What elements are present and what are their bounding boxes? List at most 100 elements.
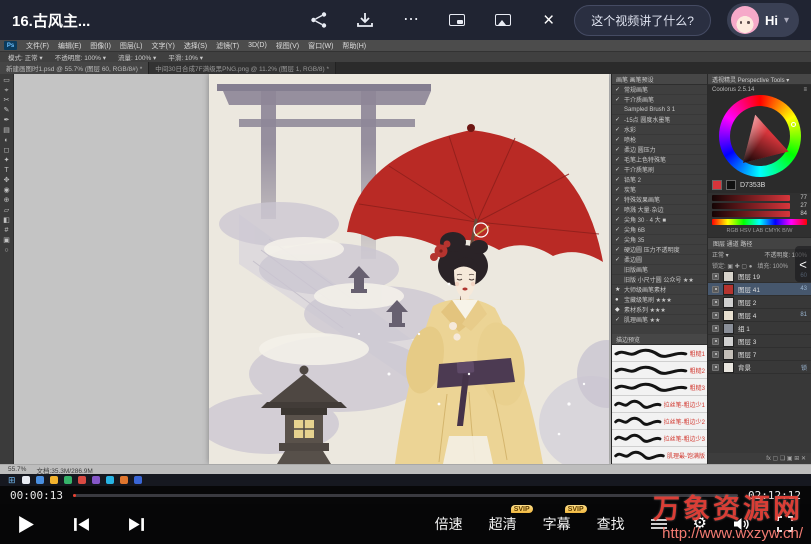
brush-preset-row[interactable]: ✓ 硬边圆 压力不透明度 [612,245,707,255]
ps-menu-item[interactable]: 滤镜(T) [216,41,239,51]
ps-option-item[interactable]: 流量: 100% ▾ [118,52,156,62]
brush-preset-row[interactable]: Sampled Brush 3 1 [612,105,707,115]
pip-icon[interactable] [447,10,467,30]
layer-row[interactable]: 图层 4 81 [708,309,811,322]
ps-menu-item[interactable]: 帮助(H) [342,41,366,51]
ps-menu-item[interactable]: 窗口(W) [308,41,333,51]
ps-tool-icon[interactable]: ◧ [3,217,10,224]
brush-stroke-row[interactable]: 拉丝笔-粗边少3 [612,430,707,447]
taskbar-app-icon[interactable] [22,476,30,484]
ps-option-item[interactable]: 平滑: 10% ▾ [168,52,203,62]
seek-bar[interactable] [73,494,738,497]
zoom-level[interactable]: 55.7% [8,466,26,473]
ps-document-tab[interactable]: 新建画图时1.psd @ 55.7% (图层 60, RGB/8#) * [0,62,149,74]
color-slider-bar[interactable] [712,211,790,217]
brush-preset-row[interactable]: ✓ 特殊效果画笔 [612,195,707,205]
ps-tool-icon[interactable]: ✦ [4,157,10,164]
brush-preset-row[interactable]: ✓ 干介质画笔 [612,95,707,105]
taskbar-app-icon[interactable] [78,476,86,484]
taskbar-app-icon[interactable] [92,476,100,484]
ps-tool-icon[interactable]: ✂ [4,97,10,104]
next-episode-button[interactable] [128,517,145,532]
brush-preset-row[interactable]: ★ 大师级画笔素材 [612,285,707,295]
ps-document-tab[interactable]: 中间30日合成7F满级黑PNG.png @ 11.2% (图层 1, RGB/8… [149,62,336,74]
stroke-panel-header[interactable]: 描边预览 [612,334,707,345]
cast-icon[interactable] [493,10,513,30]
download-icon[interactable] [355,10,375,30]
ps-menu-item[interactable]: 选择(S) [184,41,207,51]
brush-preset-row[interactable]: ✓ 常规画笔 [612,85,707,95]
brush-stroke-row[interactable]: 粗糙1 [612,345,707,362]
taskbar-app-icon[interactable] [64,476,72,484]
more-icon[interactable]: ⋯ [401,10,421,30]
brush-preset-row[interactable]: ✓ 柔边圆 [612,255,707,265]
layer-row[interactable]: 图层 41 43 [708,283,811,296]
episode-drawer-toggle[interactable]: < [795,246,811,282]
layer-visibility-icon[interactable] [712,325,719,332]
ps-tool-icon[interactable]: ▣ [3,237,10,244]
taskbar-app-icon[interactable] [106,476,114,484]
quality-button[interactable]: 超清SVIP [489,514,517,534]
fullscreen-icon[interactable] [777,516,793,532]
start-button-icon[interactable]: ⊞ [8,476,16,485]
brush-stroke-row[interactable]: 拉丝笔-粗边少2 [612,413,707,430]
lock-controls[interactable]: 锁定: ▣ ✚ ▢ ● [712,261,752,270]
taskbar-app-icon[interactable] [134,476,142,484]
brush-stroke-row[interactable]: 肌理最-饱满版 [612,447,707,464]
brush-preset-row[interactable]: ✓ 炭笔 [612,185,707,195]
color-mode-row[interactable]: RGB HSV LAB CMYK B/W [712,227,807,235]
ps-tool-icon[interactable]: ✒ [4,117,10,124]
layer-row[interactable]: 图层 7 [708,348,811,361]
ps-canvas-area[interactable] [14,74,611,464]
close-icon[interactable]: × [543,11,554,30]
brush-preset-row[interactable]: 旧版画笔 [612,265,707,275]
brush-preset-row[interactable]: ✓ 柔边 圆压力 [612,145,707,155]
background-color-swatch[interactable] [726,180,736,190]
ps-menu-item[interactable]: 图层(L) [120,41,143,51]
layer-row[interactable]: 图层 2 [708,296,811,309]
layer-row[interactable]: 组 1 [708,322,811,335]
layer-visibility-icon[interactable] [712,273,719,280]
brush-preset-row[interactable]: 旧版 小尺寸圆 公众号 ★★ [612,275,707,285]
layer-visibility-icon[interactable] [712,351,719,358]
blend-mode-select[interactable]: 正常 ▾ [712,250,729,259]
brush-preset-row[interactable]: ✓ 尖角 35 [612,235,707,245]
color-slider-row[interactable]: 84 [712,211,807,217]
taskbar-app-icon[interactable] [36,476,44,484]
ps-option-item[interactable]: 不透明度: 100% ▾ [55,52,106,62]
previous-episode-button[interactable] [73,517,90,532]
ps-tool-icon[interactable]: ◉ [3,187,9,194]
brush-preset-row[interactable]: ✓ 毛笔上色特殊笔 [612,155,707,165]
ps-tool-icon[interactable]: ✎ [4,107,10,114]
brush-preset-row[interactable]: ✓ 尖角 30 · 4 大 ■ [612,215,707,225]
ps-menu-item[interactable]: 3D(D) [248,42,267,49]
settings-gear-icon[interactable]: ⚙ [693,516,707,532]
taskbar-app-icon[interactable] [120,476,128,484]
perspective-panel-header[interactable]: 透视精灵 Perspective Tools ▾ [708,74,811,85]
ps-tool-icon[interactable]: # [5,227,9,234]
ps-tool-icon[interactable]: ○ [4,247,8,254]
layer-visibility-icon[interactable] [712,312,719,319]
hue-bar[interactable] [712,219,807,225]
brush-preset-row[interactable]: ● 宝藏级笔刷 ★★★ [612,295,707,305]
foreground-color-swatch[interactable] [712,180,722,190]
ps-tool-icon[interactable]: T [4,167,8,174]
brush-panel-header[interactable]: 画笔 画笔预设 [612,74,707,85]
ai-chat-prompt-button[interactable]: 这个视频讲了什么? [574,5,711,36]
ps-menu-item[interactable]: 编辑(E) [58,41,81,51]
brush-preset-row[interactable]: ✓ 水彩 [612,125,707,135]
brush-stroke-row[interactable]: 拉丝笔-粗边少1 [612,396,707,413]
layer-visibility-icon[interactable] [712,364,719,371]
video-frame[interactable]: Ps 文件(F)编辑(E)图像(I)图层(L)文字(Y)选择(S)滤镜(T)3D… [0,40,811,486]
ps-tool-icon[interactable]: ◐ [4,137,8,144]
ps-tool-icon[interactable]: ✥ [4,177,10,184]
ps-menu-item[interactable]: 文字(Y) [151,41,174,51]
ps-tool-icon[interactable]: ⊕ [4,197,10,204]
color-slider-row[interactable]: 27 [712,203,807,209]
panel-menu-icon[interactable]: ≡ [803,87,807,93]
brush-preset-row[interactable]: ✓ -15点 圆度水墨笔 [612,115,707,125]
brush-preset-row[interactable]: ✓ 干介质笔刷 [612,165,707,175]
ps-option-item[interactable]: 模式: 正常 ▾ [8,52,43,62]
brush-preset-row[interactable]: ✓ 喷溅 大量·杂边 [612,205,707,215]
playlist-icon[interactable] [651,518,667,530]
